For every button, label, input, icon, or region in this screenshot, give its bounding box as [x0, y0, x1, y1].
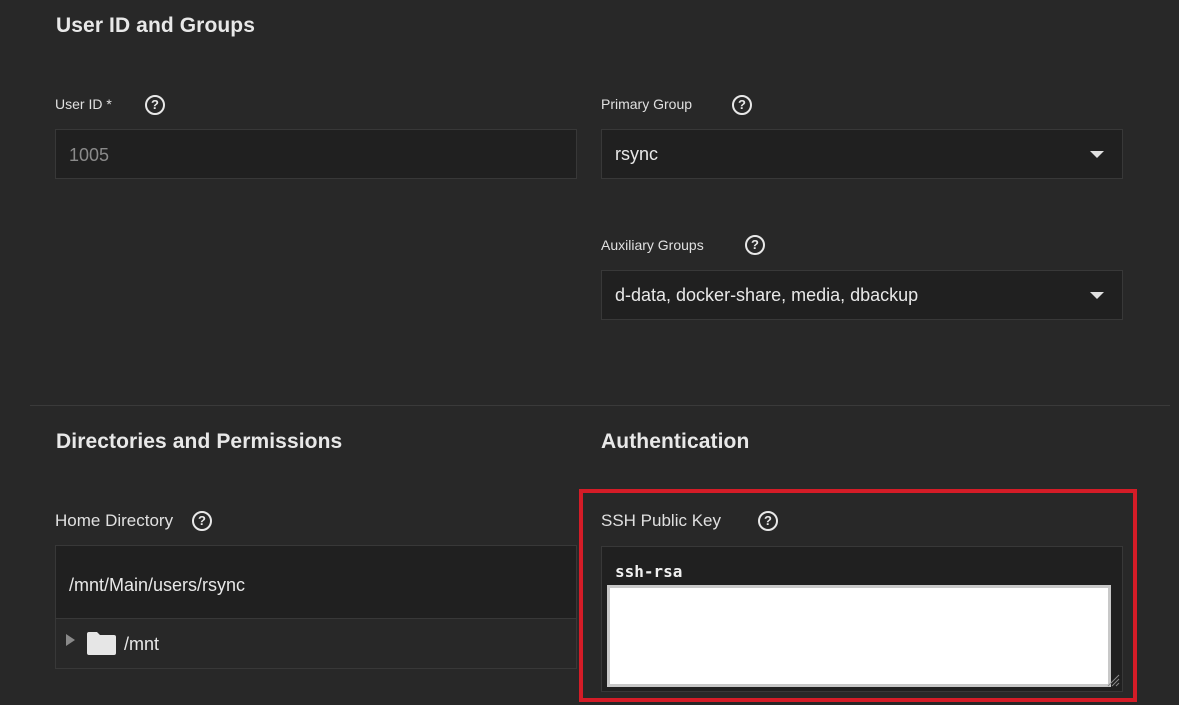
primary-group-label: Primary Group [601, 96, 693, 112]
section-title-directories: Directories and Permissions [56, 430, 343, 453]
home-directory-label: Home Directory [55, 511, 174, 530]
auxiliary-groups-select[interactable]: d-data, docker-share, media, dbackup [601, 270, 1123, 320]
highlight-frame [579, 489, 1137, 702]
user-id-input[interactable]: 1005 [55, 129, 577, 179]
user-id-label: User ID * [55, 96, 112, 112]
expand-arrow-icon[interactable] [66, 634, 75, 646]
user-id-value: 1005 [69, 145, 110, 165]
home-directory-input[interactable]: /mnt/Main/users/rsync [55, 545, 577, 619]
auxiliary-groups-label: Auxiliary Groups [601, 237, 704, 253]
auxiliary-groups-value: d-data, docker-share, media, dbackup [615, 285, 919, 305]
primary-group-select[interactable]: rsync [601, 129, 1123, 179]
auxiliary-groups-help-icon[interactable]: ? [745, 235, 765, 255]
primary-group-value: rsync [615, 144, 659, 164]
tree-node-mnt[interactable]: /mnt [55, 618, 577, 669]
section-title-user-id-groups: User ID and Groups [56, 14, 256, 37]
folder-icon [87, 632, 116, 655]
section-title-authentication: Authentication [601, 430, 750, 453]
primary-group-help-icon[interactable]: ? [732, 95, 752, 115]
tree-node-label: /mnt [124, 634, 160, 654]
section-divider [30, 405, 1170, 406]
chevron-down-icon [1090, 151, 1104, 158]
chevron-down-icon [1090, 292, 1104, 299]
user-id-help-icon[interactable]: ? [145, 95, 165, 115]
home-directory-value: /mnt/Main/users/rsync [69, 575, 246, 595]
home-directory-help-icon[interactable]: ? [192, 511, 212, 531]
